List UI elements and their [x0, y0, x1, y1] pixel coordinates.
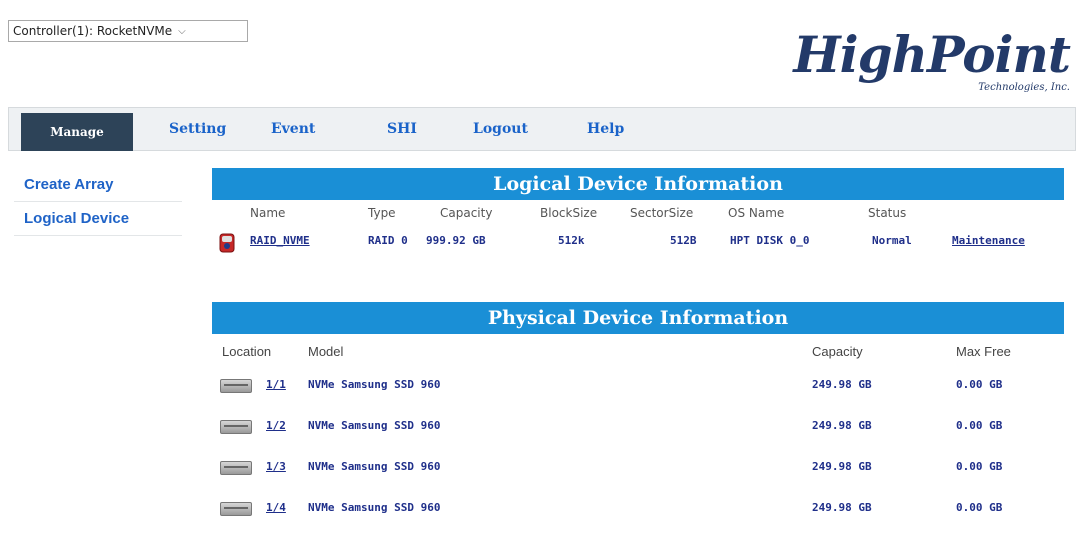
col-blocksize: BlockSize — [540, 206, 598, 220]
device-maxfree: 0.00 GB — [956, 378, 1003, 391]
device-model: NVMe Samsung SSD 960 — [308, 419, 441, 432]
col-osname: OS Name — [728, 206, 785, 220]
col-status: Status — [868, 206, 907, 220]
drive-icon — [220, 461, 252, 475]
col-capacity: Capacity — [812, 344, 863, 359]
col-name: Name — [250, 206, 286, 220]
col-type: Type — [368, 206, 396, 220]
logical-device-header: Logical Device Information — [212, 168, 1064, 200]
array-capacity: 999.92 GB — [426, 234, 486, 247]
col-maxfree: Max Free — [956, 344, 1011, 359]
table-row: RAID_NVME RAID 0 999.92 GB 512k 512B HPT… — [216, 233, 1066, 256]
nav-help[interactable]: Help — [587, 108, 624, 150]
location-link[interactable]: 1/3 — [266, 460, 286, 473]
device-capacity: 249.98 GB — [812, 419, 872, 432]
highpoint-logo: HighPoint Technologies, Inc. — [793, 25, 1071, 94]
col-location: Location — [222, 344, 272, 359]
table-row: 1/3 NVMe Samsung SSD 960 249.98 GB 0.00 … — [216, 460, 1066, 501]
col-sectorsize: SectorSize — [630, 206, 694, 220]
maintenance-link[interactable]: Maintenance — [952, 234, 1025, 247]
controller-select[interactable]: Controller(1): RocketNVMe ⌵ — [8, 20, 248, 42]
nav-event[interactable]: Event — [271, 108, 315, 150]
controller-select-value: Controller(1): RocketNVMe — [13, 24, 173, 38]
logical-device-table: Name Type Capacity BlockSize SectorSize … — [216, 206, 1066, 256]
sidebar-item-logical-device[interactable]: Logical Device — [14, 202, 182, 236]
sidebar: Create Array Logical Device — [14, 168, 182, 236]
logo-wordmark: HighPoint — [793, 25, 1071, 84]
nav-shi[interactable]: SHI — [387, 108, 417, 150]
chevron-down-icon: ⌵ — [178, 25, 186, 37]
main-nav: Manage Setting Event SHI Logout Help — [8, 107, 1076, 151]
device-capacity: 249.98 GB — [812, 460, 872, 473]
col-model: Model — [308, 344, 344, 359]
device-model: NVMe Samsung SSD 960 — [308, 460, 441, 473]
array-blocksize: 512k — [558, 234, 585, 247]
location-link[interactable]: 1/4 — [266, 501, 286, 514]
location-link[interactable]: 1/2 — [266, 419, 286, 432]
drive-icon — [220, 502, 252, 516]
physical-device-table: Location Model Capacity Max Free 1/1 NVM… — [216, 344, 1066, 542]
device-model: NVMe Samsung SSD 960 — [308, 501, 441, 514]
nav-setting[interactable]: Setting — [169, 108, 226, 150]
table-row: 1/4 NVMe Samsung SSD 960 249.98 GB 0.00 … — [216, 501, 1066, 542]
col-capacity: Capacity — [440, 206, 493, 220]
array-status: Normal — [872, 234, 912, 247]
physical-table-header: Location Model Capacity Max Free — [216, 344, 1066, 366]
nav-logout[interactable]: Logout — [473, 108, 528, 150]
array-type: RAID 0 — [368, 234, 408, 247]
location-link[interactable]: 1/1 — [266, 378, 286, 391]
device-capacity: 249.98 GB — [812, 501, 872, 514]
sidebar-item-create-array[interactable]: Create Array — [14, 168, 182, 202]
device-maxfree: 0.00 GB — [956, 501, 1003, 514]
array-osname: HPT DISK 0_0 — [730, 234, 810, 247]
table-row: 1/1 NVMe Samsung SSD 960 249.98 GB 0.00 … — [216, 378, 1066, 419]
drive-icon — [220, 420, 252, 434]
physical-device-header: Physical Device Information — [212, 302, 1064, 334]
array-sectorsize: 512B — [670, 234, 697, 247]
device-model: NVMe Samsung SSD 960 — [308, 378, 441, 391]
drive-icon — [220, 379, 252, 393]
device-capacity: 249.98 GB — [812, 378, 872, 391]
device-maxfree: 0.00 GB — [956, 419, 1003, 432]
logical-table-header: Name Type Capacity BlockSize SectorSize … — [216, 206, 1066, 228]
table-row: 1/2 NVMe Samsung SSD 960 249.98 GB 0.00 … — [216, 419, 1066, 460]
raid-array-icon — [219, 233, 235, 253]
array-name-link[interactable]: RAID_NVME — [250, 234, 310, 247]
nav-manage[interactable]: Manage — [21, 113, 133, 151]
device-maxfree: 0.00 GB — [956, 460, 1003, 473]
